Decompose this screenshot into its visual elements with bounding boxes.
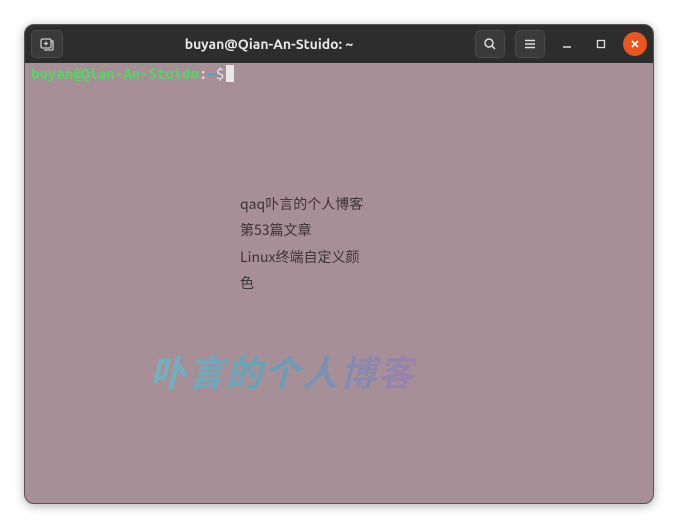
prompt-path: ~	[207, 65, 215, 82]
terminal-window: buyan@Qian-An-Stuido: ~	[24, 24, 654, 504]
hamburger-icon	[523, 37, 537, 51]
new-tab-icon	[39, 36, 55, 52]
watermark-line-2: 第53篇文章	[240, 217, 400, 244]
minimize-icon	[561, 38, 573, 50]
titlebar-left	[31, 30, 63, 58]
watermark-large-text: 卟言的个人博客	[150, 345, 416, 397]
window-title: buyan@Qian-An-Stuido: ~	[71, 36, 467, 52]
watermark-line-1: qaq卟言的个人博客	[240, 191, 400, 218]
watermark-line-4: 色	[240, 270, 400, 297]
search-icon	[483, 37, 497, 51]
menu-button[interactable]	[515, 30, 545, 58]
close-icon	[629, 38, 641, 50]
close-button[interactable]	[623, 32, 647, 56]
titlebar: buyan@Qian-An-Stuido: ~	[25, 25, 653, 63]
watermark-line-3: Linux终端自定义颜	[240, 244, 400, 271]
terminal-body[interactable]: buyan@Qian-An-Stuido:~$ qaq卟言的个人博客 第53篇文…	[25, 63, 653, 503]
search-button[interactable]	[475, 30, 505, 58]
new-tab-button[interactable]	[31, 30, 63, 58]
prompt-symbol: $	[216, 65, 224, 82]
maximize-button[interactable]	[589, 32, 613, 56]
maximize-icon	[595, 38, 607, 50]
watermark-text-block: qaq卟言的个人博客 第53篇文章 Linux终端自定义颜 色	[240, 191, 400, 297]
titlebar-right	[475, 30, 647, 58]
minimize-button[interactable]	[555, 32, 579, 56]
prompt-line: buyan@Qian-An-Stuido:~$	[31, 65, 647, 82]
prompt-user-host: buyan@Qian-An-Stuido	[31, 65, 199, 82]
prompt-separator: :	[199, 65, 207, 82]
cursor	[226, 65, 234, 82]
